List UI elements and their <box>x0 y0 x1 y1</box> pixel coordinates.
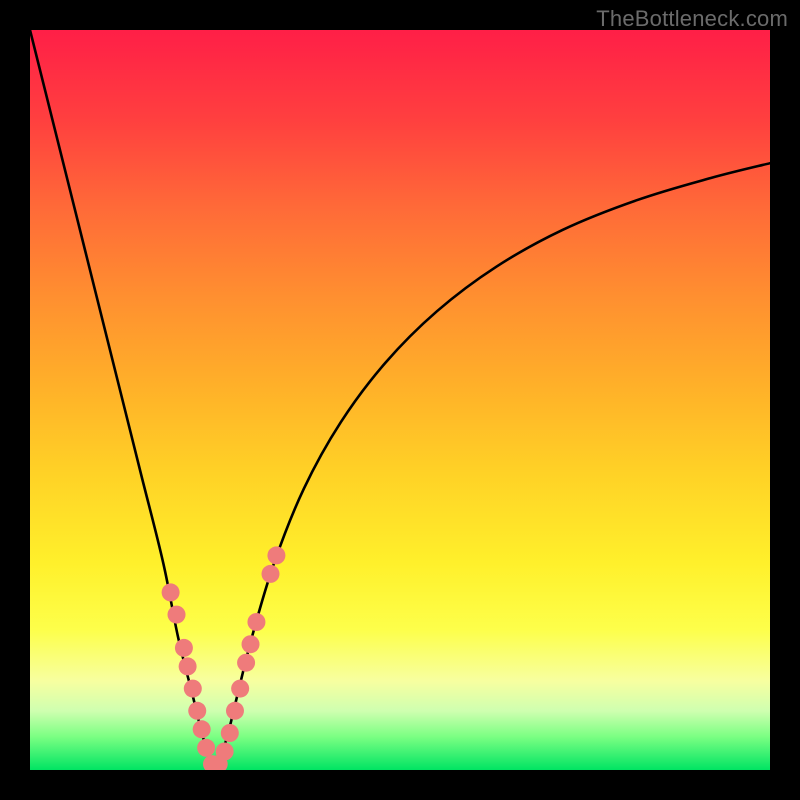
bottleneck-curve <box>30 30 770 770</box>
curve-marker <box>216 743 234 761</box>
curve-marker <box>262 565 280 583</box>
chart-plot-area <box>30 30 770 770</box>
chart-frame: TheBottleneck.com <box>0 0 800 800</box>
curve-marker <box>193 720 211 738</box>
curve-marker <box>231 680 249 698</box>
curve-marker <box>221 724 239 742</box>
curve-marker <box>242 635 260 653</box>
curve-marker <box>267 546 285 564</box>
curve-marker <box>179 657 197 675</box>
curve-marker <box>197 739 215 757</box>
curve-marker <box>188 702 206 720</box>
curve-marker <box>226 702 244 720</box>
curve-marker <box>184 680 202 698</box>
curve-marker <box>237 654 255 672</box>
curve-marker <box>162 583 180 601</box>
curve-marker <box>247 613 265 631</box>
curve-marker <box>168 606 186 624</box>
watermark-text: TheBottleneck.com <box>596 6 788 32</box>
curve-markers <box>162 546 286 770</box>
curve-marker <box>175 639 193 657</box>
chart-svg <box>30 30 770 770</box>
